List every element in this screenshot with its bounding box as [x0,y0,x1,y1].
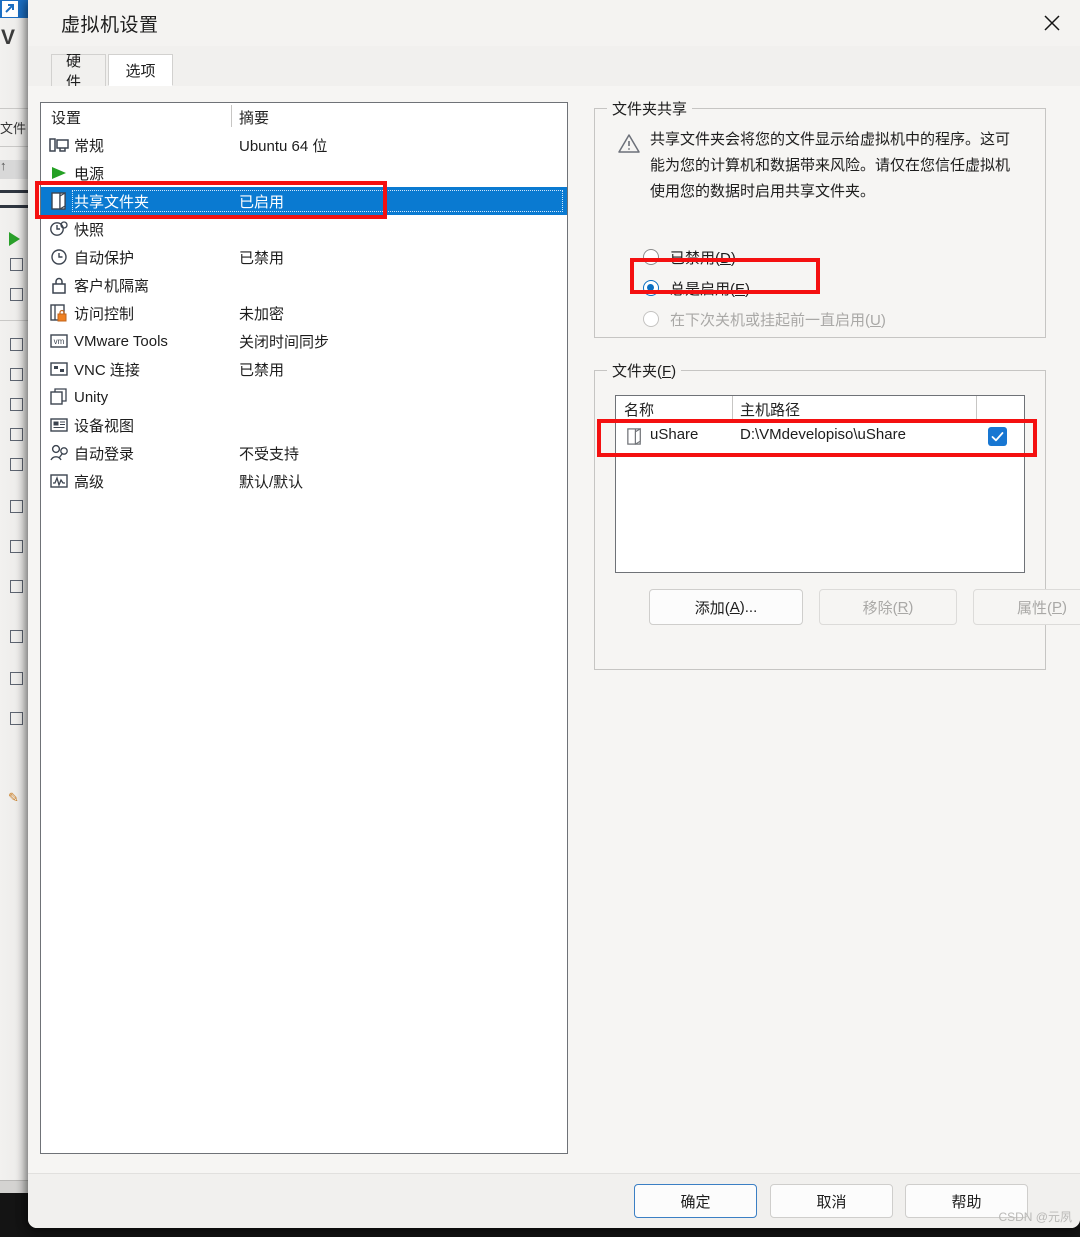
folders-table-header: 名称 主机路径 [616,396,1024,420]
settings-row-label: 共享文件夹 [74,193,150,211]
settings-row-power[interactable]: 电源 [41,159,567,187]
settings-row-general[interactable]: 常规 Ubuntu 64 位 [41,131,567,159]
close-icon[interactable] [1024,0,1080,46]
settings-row-summary: Ubuntu 64 位 [239,137,328,155]
clock-icon [51,249,67,265]
settings-row-access-control[interactable]: 访问控制 未加密 [41,299,567,327]
settings-row-label: 自动登录 [74,445,135,463]
external-link-icon [2,1,18,17]
settings-row-vmware-tools[interactable]: vm VMware Tools 关闭时间同步 [41,327,567,355]
dialog-titlebar: 虚拟机设置 [28,0,1080,46]
access-icon [50,304,67,322]
radio-disabled[interactable]: 已禁用(D) [643,244,736,270]
radio-label: 总是启用(E) [670,280,751,298]
settings-row-label: 电源 [74,165,105,183]
vm-settings-dialog: 虚拟机设置 硬件 选项 设置 摘要 常规 Ubuntu 64 位 电源 共享文件… [28,0,1080,1228]
tab-strip: 硬件 选项 [28,46,1080,91]
warning-triangle-icon [618,134,640,153]
check-icon [991,432,1004,442]
settings-row-label: 自动保护 [74,249,135,267]
add-folder-button[interactable]: 添加(A)... [649,589,803,625]
vnc-icon [50,362,68,376]
lock-icon [52,277,66,294]
settings-row-summary: 未加密 [239,305,285,323]
settings-row-summary: 默认/默认 [239,473,304,491]
snapshot-icon [50,221,68,236]
background-letter-v: V [1,26,16,49]
folder-sharing-group: 文件夹共享 共享文件夹会将您的文件显示给虚拟机中的程序。这可能为您的计算机和数据… [594,98,1046,338]
radio-indicator [643,280,659,296]
advanced-icon [50,474,68,488]
folders-group: 文件夹(F) 名称 主机路径 uShare D:\VMdevelopiso\uS… [594,360,1080,670]
radio-until-shutdown: 在下次关机或挂起前一直启用(U) [643,306,886,332]
folder-enabled-checkbox[interactable] [988,427,1007,446]
background-play-icon [9,232,20,246]
settings-row-guest-isolation[interactable]: 客户机隔离 [41,271,567,299]
settings-row-device-view[interactable]: 设备视图 [41,411,567,439]
folder-host-path: D:\VMdevelopiso\uShare [740,426,906,443]
play-icon [52,167,66,179]
tab-options[interactable]: 选项 [108,54,173,86]
settings-list[interactable]: 设置 摘要 常规 Ubuntu 64 位 电源 共享文件夹 已启用 快照 自动保… [40,102,568,1154]
folder-name: uShare [650,426,699,443]
settings-row-autoprotect[interactable]: 自动保护 已禁用 [41,243,567,271]
settings-row-shared-folders[interactable]: 共享文件夹 已启用 [41,187,567,215]
folders-table-row[interactable]: uShare D:\VMdevelopiso\uShare [616,421,1024,452]
vmtools-icon: vm [50,334,68,348]
cancel-button[interactable]: 取消 [770,1184,893,1218]
column-header-setting: 设置 [51,110,82,127]
radio-always-enabled[interactable]: 总是启用(E) [643,275,750,301]
settings-row-advanced[interactable]: 高级 默认/默认 [41,467,567,495]
settings-row-label: 高级 [74,473,105,491]
folder-properties-button[interactable]: 属性(P) [973,589,1080,625]
monitor-icon [49,138,69,152]
deviceview-icon [50,418,68,432]
settings-list-header: 设置 摘要 [41,103,567,129]
folder-icon [51,191,66,211]
unity-icon [50,388,67,405]
settings-row-label: VMware Tools [74,332,168,350]
settings-row-auto-login[interactable]: 自动登录 不受支持 [41,439,567,467]
settings-row-summary: 已禁用 [239,361,285,379]
settings-row-summary: 不受支持 [239,445,300,463]
settings-row-label: 设备视图 [74,417,135,435]
close-glyph [1044,15,1060,31]
background-orange-mark: ✎ [8,790,19,805]
ok-button[interactable]: 确定 [634,1184,757,1218]
settings-row-snapshot[interactable]: 快照 [41,215,567,243]
settings-row-summary: 已启用 [239,193,285,211]
settings-row-unity[interactable]: Unity [41,383,567,411]
radio-indicator [643,311,659,327]
folders-col-name: 名称 [624,402,655,419]
folders-legend: 文件夹(F) [607,360,682,381]
settings-row-label: 访问控制 [74,305,135,323]
settings-row-label: 常规 [74,137,105,155]
radio-label: 已禁用(D) [670,249,736,267]
background-text-a: 文件 [0,121,27,136]
settings-row-summary: 已禁用 [239,249,285,267]
folders-col-path: 主机路径 [740,402,801,419]
folder-sharing-legend: 文件夹共享 [607,98,693,119]
csdn-watermark: CSDN @元夙 [998,1210,1072,1224]
tab-hardware[interactable]: 硬件 [51,53,106,91]
svg-text:vm: vm [54,337,65,346]
folder-sharing-warning-text: 共享文件夹会将您的文件显示给虚拟机中的程序。这可能为您的计算机和数据带来风险。请… [650,131,1011,200]
folder-icon [627,427,641,446]
settings-row-label: 客户机隔离 [74,277,150,295]
dialog-body: 设置 摘要 常规 Ubuntu 64 位 电源 共享文件夹 已启用 快照 自动保… [28,86,1080,1174]
settings-row-summary: 关闭时间同步 [239,333,330,351]
dialog-title: 虚拟机设置 [61,15,159,36]
background-text-b: ↑ [0,158,7,173]
settings-row-label: Unity [74,388,109,406]
column-header-summary: 摘要 [239,110,270,127]
remove-folder-button[interactable]: 移除(R) [819,589,957,625]
settings-row-label: VNC 连接 [74,361,140,379]
settings-row-label: 快照 [74,221,105,239]
autologin-icon [50,444,68,461]
folders-table[interactable]: 名称 主机路径 uShare D:\VMdevelopiso\uShare [615,395,1025,573]
settings-row-vnc[interactable]: VNC 连接 已禁用 [41,355,567,383]
radio-indicator [643,249,659,265]
radio-label: 在下次关机或挂起前一直启用(U) [670,311,886,329]
dialog-footer: 确定 取消 帮助 CSDN @元夙 [28,1173,1080,1228]
